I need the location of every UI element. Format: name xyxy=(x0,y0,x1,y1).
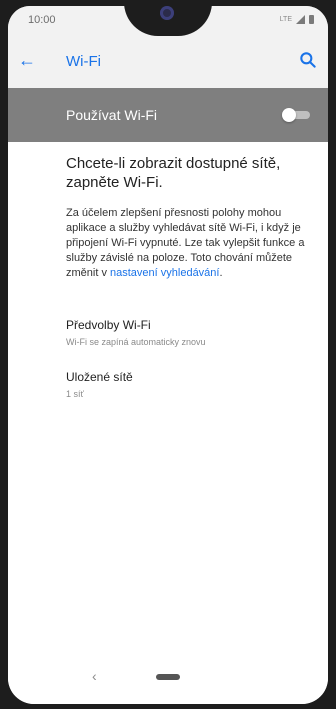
status-icons: LTE xyxy=(280,15,314,24)
saved-networks-title: Uložené sítě xyxy=(66,370,133,384)
camera-notch xyxy=(124,6,212,36)
wifi-toggle-row[interactable]: Používat Wi-Fi xyxy=(8,88,328,142)
wifi-toggle-label: Používat Wi-Fi xyxy=(66,107,158,123)
signal-icon xyxy=(296,15,305,24)
phone-frame: 10:00 LTE ← Wi-Fi Používat Wi-Fi Chcete-… xyxy=(0,0,336,709)
wifi-switch[interactable] xyxy=(282,108,312,122)
intro-text: Chcete-li zobrazit dostupné sítě, zapnět… xyxy=(66,155,281,191)
nav-back-button[interactable]: ‹ xyxy=(92,668,97,684)
nav-home-pill[interactable] xyxy=(156,674,180,680)
battery-icon xyxy=(309,15,314,24)
location-scanning-description: Za účelem zlepšení přesnosti polohy moho… xyxy=(66,206,306,281)
front-camera-icon xyxy=(160,6,174,20)
saved-networks-subtitle: 1 síť xyxy=(66,389,84,399)
app-bar: ← Wi-Fi xyxy=(8,36,328,88)
status-time: 10:00 xyxy=(28,14,56,26)
status-bar: 10:00 LTE xyxy=(8,6,328,36)
arrow-back-icon[interactable]: ← xyxy=(18,50,38,70)
wifi-preferences-title: Předvolby Wi-Fi xyxy=(66,318,151,332)
saved-networks-item[interactable]: Uložené sítě 1 síť xyxy=(66,370,306,399)
search-icon[interactable] xyxy=(298,50,318,70)
screen: 10:00 LTE ← Wi-Fi Používat Wi-Fi Chcete-… xyxy=(8,6,328,704)
network-type: LTE xyxy=(279,16,292,23)
scanning-settings-link[interactable]: nastavení vyhledávání xyxy=(110,267,219,279)
switch-thumb xyxy=(282,108,296,122)
wifi-preferences-item[interactable]: Předvolby Wi-Fi Wi-Fi se zapíná automati… xyxy=(66,318,306,347)
page-title: Wi-Fi xyxy=(66,53,101,70)
wifi-preferences-subtitle: Wi-Fi se zapíná automaticky znovu xyxy=(66,337,206,347)
description-end: . xyxy=(219,267,223,279)
navigation-bar: ‹ xyxy=(8,658,328,704)
